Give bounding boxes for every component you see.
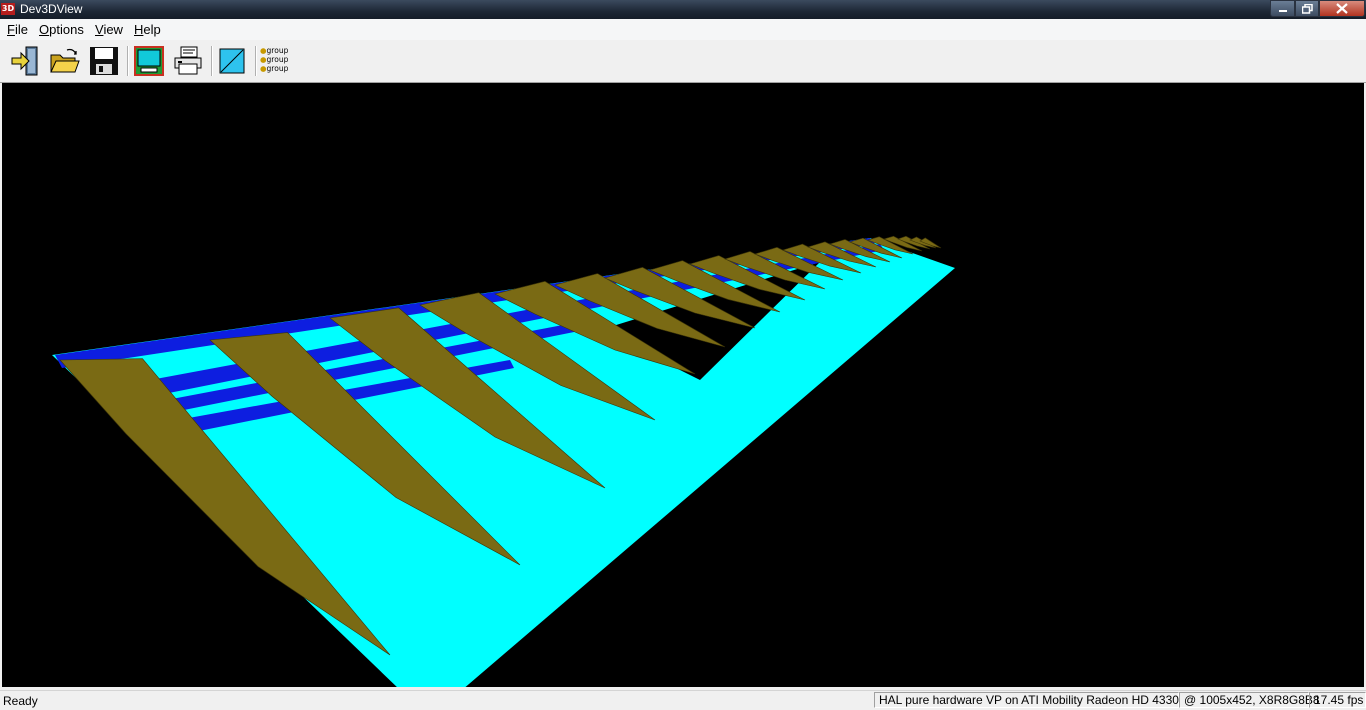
- status-ready-text: Ready: [3, 694, 38, 708]
- menu-view-label: iew: [103, 22, 123, 37]
- open-folder-icon: [50, 48, 80, 73]
- minimize-icon: [1278, 9, 1287, 12]
- menu-help-mnemonic: H: [134, 22, 144, 37]
- restore-icon: [1301, 3, 1313, 14]
- open-button[interactable]: [47, 43, 83, 79]
- app-icon[interactable]: 3D: [1, 3, 15, 15]
- toolbar-separator: [211, 46, 213, 76]
- menu-options-mnemonic: O: [39, 22, 50, 37]
- exit-button[interactable]: [7, 43, 43, 79]
- menu-help-label: elp: [143, 22, 161, 37]
- menu-file[interactable]: File: [7, 22, 28, 37]
- print-button[interactable]: [170, 43, 206, 79]
- menu-options[interactable]: Options: [39, 22, 84, 37]
- menu-help[interactable]: Help: [134, 22, 161, 37]
- group-list-row: ●group: [260, 46, 289, 55]
- print-icon: [174, 46, 202, 75]
- group-label: group: [266, 46, 289, 55]
- background-color-button[interactable]: [214, 43, 250, 79]
- screen-capture-icon: [134, 46, 164, 76]
- group-list-button[interactable]: ●group ●group ●group: [259, 43, 295, 79]
- group-label: group: [266, 64, 289, 73]
- toolbar-separator: [255, 46, 257, 76]
- background-color-icon: [219, 48, 245, 74]
- toolbar-separator: [127, 46, 129, 76]
- wing-model-render[interactable]: [2, 83, 1364, 687]
- menu-options-label: ptions: [49, 22, 84, 37]
- save-disk-icon: [90, 47, 118, 75]
- close-button[interactable]: [1319, 0, 1365, 17]
- group-list-row: ●group: [260, 64, 289, 73]
- status-fps-pane: 17.45 fps: [1309, 692, 1366, 708]
- menu-view[interactable]: View: [95, 22, 123, 37]
- exit-icon: [11, 46, 38, 76]
- menu-bar: File Options View Help: [0, 19, 1366, 41]
- group-label: group: [266, 55, 289, 64]
- toolbar: ●group ●group ●group: [0, 40, 1366, 83]
- minimize-button[interactable]: [1270, 0, 1295, 17]
- title-bar: 3D Dev3DView: [0, 0, 1366, 19]
- menu-file-mnemonic: F: [7, 22, 15, 37]
- menu-file-label: ile: [14, 22, 28, 37]
- restore-button[interactable]: [1295, 0, 1319, 17]
- save-button[interactable]: [86, 43, 122, 79]
- status-device-pane: HAL pure hardware VP on ATI Mobility Rad…: [874, 692, 1179, 708]
- window-title: Dev3DView: [20, 2, 83, 16]
- status-mode-pane: @ 1005x452, X8R8G8B8: [1179, 692, 1320, 708]
- group-list-icon: ●group ●group ●group: [260, 46, 294, 76]
- status-bar: Ready HAL pure hardware VP on ATI Mobili…: [0, 690, 1366, 710]
- 3d-viewport[interactable]: [2, 83, 1364, 687]
- group-list-row: ●group: [260, 55, 289, 64]
- screen-capture-button[interactable]: [131, 43, 167, 79]
- close-icon: [1336, 3, 1348, 14]
